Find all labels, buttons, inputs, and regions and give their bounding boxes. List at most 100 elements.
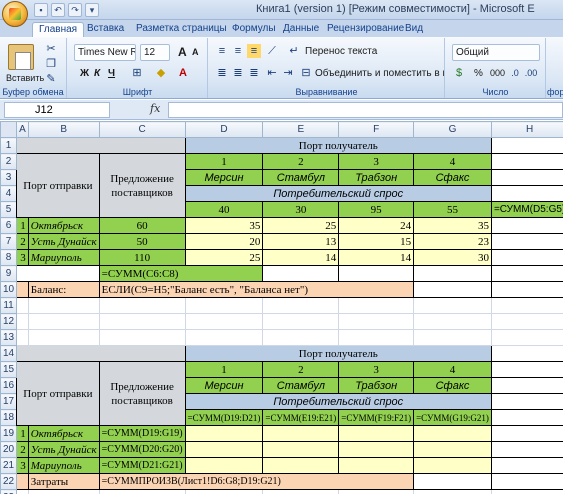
cell[interactable] bbox=[490, 345, 563, 362]
cell[interactable]: Сфакс bbox=[413, 377, 492, 394]
cell[interactable] bbox=[16, 137, 186, 154]
cell[interactable] bbox=[262, 489, 340, 494]
cell[interactable] bbox=[338, 489, 415, 494]
thousands-button[interactable]: 000 bbox=[486, 65, 509, 82]
cell[interactable] bbox=[27, 329, 100, 346]
cell[interactable] bbox=[413, 281, 492, 298]
cell[interactable]: Предложение поставщиков bbox=[98, 361, 186, 426]
cell[interactable]: 1 bbox=[16, 425, 29, 442]
cell[interactable]: =СУММ(D19:G19) bbox=[98, 425, 186, 442]
cell[interactable] bbox=[338, 329, 415, 346]
cell[interactable]: 1 bbox=[184, 361, 264, 378]
cell[interactable] bbox=[490, 425, 563, 442]
column-header[interactable]: F bbox=[338, 121, 415, 138]
row-header[interactable]: 16 bbox=[0, 377, 18, 394]
cell[interactable] bbox=[184, 425, 264, 442]
column-header[interactable]: C bbox=[98, 121, 186, 138]
align-bottom-icon[interactable]: ≡ bbox=[247, 44, 261, 58]
row-header[interactable]: 4 bbox=[0, 185, 18, 202]
tab-review[interactable]: Рецензирование bbox=[327, 22, 404, 37]
cell[interactable] bbox=[490, 233, 563, 250]
cell[interactable]: 35 bbox=[413, 217, 492, 234]
cell[interactable] bbox=[27, 489, 100, 494]
align-top-icon[interactable]: ≡ bbox=[215, 44, 229, 58]
cell[interactable] bbox=[490, 313, 563, 330]
row-header[interactable]: 22 bbox=[0, 473, 18, 490]
cell[interactable]: =СУММ(D21:G21) bbox=[98, 457, 186, 474]
cell[interactable] bbox=[413, 457, 492, 474]
column-header[interactable]: A bbox=[16, 121, 29, 138]
cell[interactable] bbox=[16, 297, 29, 314]
cell[interactable]: 3 bbox=[16, 457, 29, 474]
wrap-text-button[interactable]: Перенос текста bbox=[301, 43, 381, 60]
cell[interactable] bbox=[262, 441, 340, 458]
cell[interactable] bbox=[413, 313, 492, 330]
column-header[interactable]: E bbox=[262, 121, 340, 138]
cell[interactable]: ЕСЛИ(С9=Н5;"Баланс есть", "Баланса нет") bbox=[98, 281, 415, 298]
font-size-select[interactable]: 12 bbox=[140, 44, 170, 61]
borders-icon[interactable]: ⊞ bbox=[130, 66, 144, 80]
cell[interactable]: Порт получатель bbox=[184, 137, 492, 154]
cell[interactable]: Порт отправки bbox=[16, 361, 100, 426]
cell[interactable]: Усть Дунайск bbox=[27, 441, 100, 458]
cell[interactable]: 3 bbox=[16, 249, 29, 266]
paste-button[interactable]: Вставить bbox=[2, 70, 48, 87]
align-right-icon[interactable]: ≣ bbox=[247, 66, 261, 80]
cell[interactable]: 2 bbox=[262, 153, 340, 170]
cell[interactable] bbox=[338, 441, 415, 458]
cell[interactable] bbox=[490, 137, 563, 154]
cell[interactable]: =СУММ(D5:G5) bbox=[490, 201, 563, 218]
cell[interactable]: Октябрьск bbox=[27, 425, 100, 442]
number-format-select[interactable]: Общий bbox=[452, 44, 540, 61]
cell[interactable] bbox=[490, 265, 563, 282]
cell[interactable] bbox=[184, 297, 264, 314]
cell[interactable]: Усть Дунайск bbox=[27, 233, 100, 250]
cell[interactable]: 50 bbox=[98, 233, 186, 250]
cell[interactable] bbox=[16, 489, 29, 494]
cell[interactable]: 24 bbox=[338, 217, 415, 234]
cell[interactable]: =СУММ(E19:E21) bbox=[262, 409, 340, 426]
cell[interactable] bbox=[490, 361, 563, 378]
orientation-icon[interactable]: ⟋ bbox=[265, 44, 279, 58]
font-color-icon[interactable]: A bbox=[176, 66, 190, 80]
cell[interactable] bbox=[184, 313, 264, 330]
row-header[interactable]: 3 bbox=[0, 169, 18, 186]
cell[interactable] bbox=[184, 489, 264, 494]
cell[interactable]: Порт отправки bbox=[16, 153, 100, 218]
row-header[interactable]: 18 bbox=[0, 409, 18, 426]
cell[interactable] bbox=[413, 441, 492, 458]
cell[interactable]: 35 bbox=[184, 217, 264, 234]
cell[interactable]: 25 bbox=[262, 217, 340, 234]
decrease-decimal-icon[interactable]: .00 bbox=[524, 66, 538, 80]
row-header[interactable]: 12 bbox=[0, 313, 18, 330]
format-painter-icon[interactable]: ✎ bbox=[44, 72, 58, 86]
cell[interactable] bbox=[413, 297, 492, 314]
cell[interactable] bbox=[98, 297, 186, 314]
cell[interactable] bbox=[184, 441, 264, 458]
column-header[interactable]: D bbox=[184, 121, 264, 138]
cell[interactable]: 55 bbox=[413, 201, 492, 218]
select-all-corner[interactable] bbox=[0, 121, 18, 138]
wrap-text-icon[interactable]: ↵ bbox=[287, 44, 301, 58]
cell[interactable]: =СУММ(D19:D21) bbox=[184, 409, 264, 426]
cell[interactable]: Потребительский спрос bbox=[184, 393, 492, 410]
cell[interactable] bbox=[262, 425, 340, 442]
cell[interactable]: Мерсин bbox=[184, 377, 264, 394]
row-header[interactable]: 23 bbox=[0, 489, 18, 494]
cell[interactable]: 20 bbox=[184, 233, 264, 250]
cell[interactable] bbox=[490, 297, 563, 314]
row-header[interactable]: 2 bbox=[0, 153, 18, 170]
align-left-icon[interactable]: ≣ bbox=[215, 66, 229, 80]
cell[interactable] bbox=[262, 297, 340, 314]
decrease-indent-icon[interactable]: ⇤ bbox=[265, 66, 279, 80]
merge-center-button[interactable]: Объединить и поместить в центре bbox=[311, 65, 445, 82]
cell[interactable] bbox=[27, 313, 100, 330]
cell[interactable] bbox=[413, 329, 492, 346]
cell[interactable]: Трабзон bbox=[338, 377, 415, 394]
shrink-font-button[interactable]: A bbox=[188, 44, 203, 61]
customize-qat-icon[interactable]: ▾ bbox=[85, 3, 99, 17]
cell[interactable] bbox=[413, 489, 492, 494]
cell[interactable] bbox=[490, 169, 563, 186]
cell[interactable] bbox=[490, 185, 563, 202]
cell[interactable]: =СУММ(F19:F21) bbox=[338, 409, 415, 426]
